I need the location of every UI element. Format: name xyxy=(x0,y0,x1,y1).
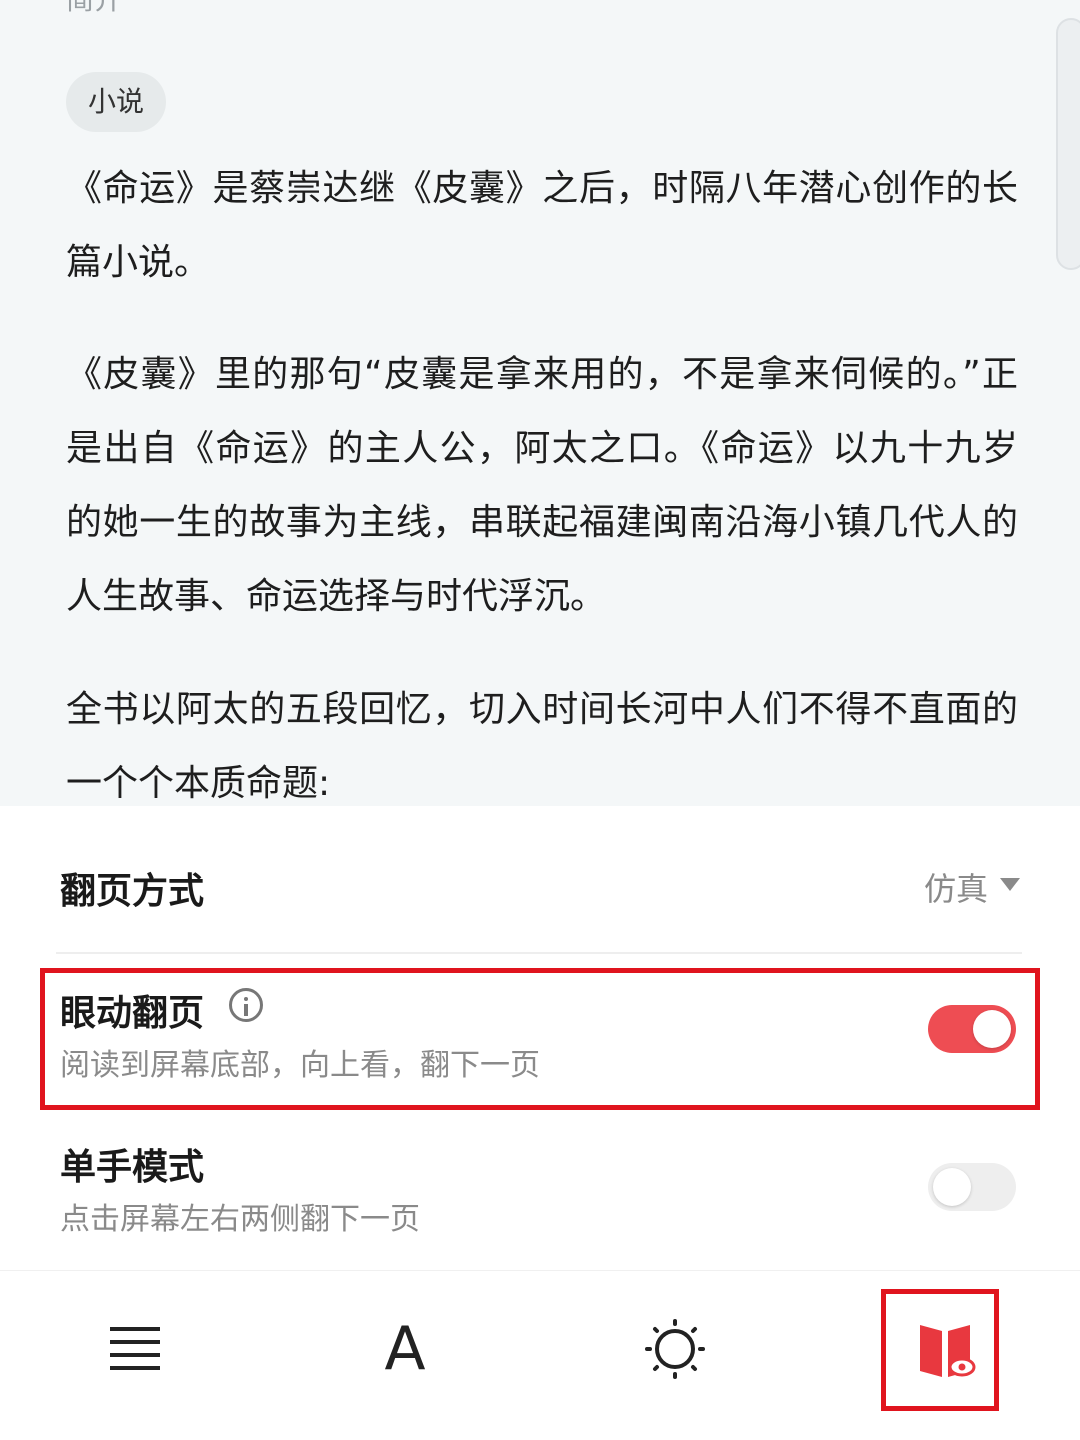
bottom-toolbar: A xyxy=(0,1270,1080,1440)
chevron-down-icon[interactable] xyxy=(1000,878,1020,891)
brightness-icon xyxy=(645,1319,705,1379)
one-hand-mode-label: 单手模式 xyxy=(60,1147,205,1188)
divider xyxy=(56,952,1022,954)
menu-icon xyxy=(110,1327,160,1370)
info-icon[interactable] xyxy=(229,988,263,1022)
section-heading-cut: 简介 xyxy=(66,0,122,18)
toggle-knob xyxy=(933,1168,971,1206)
eye-page-turn-description: 阅读到屏幕底部，向上看，翻下一页 xyxy=(60,1048,540,1083)
scrollbar-thumb[interactable] xyxy=(1056,18,1080,270)
page-turn-mode-label: 翻页方式 xyxy=(60,871,205,912)
eye-page-turn-label: 眼动翻页 xyxy=(60,993,205,1034)
toggle-knob xyxy=(973,1010,1011,1048)
book-paragraph: 全书以阿太的五段回忆，切入时间长河中人们不得不直面的一个个本质命题: xyxy=(66,689,1018,804)
reading-area[interactable]: 简介 小说 《命运》是蔡崇达继《皮囊》之后，时隔八年潜心创作的长篇小说。 《皮囊… xyxy=(0,0,1080,806)
book-paragraph: 《命运》是蔡崇达继《皮囊》之后，时隔八年潜心创作的长篇小说。 xyxy=(66,168,1018,283)
genre-tag[interactable]: 小说 xyxy=(66,72,167,132)
one-hand-mode-description: 点击屏幕左右两侧翻下一页 xyxy=(60,1202,420,1237)
reading-settings-panel: 翻页方式 仿真 眼动翻页 阅读到屏幕底部，向上看，翻下一页 单手模式 点击屏幕左… xyxy=(0,806,1080,1270)
font-button[interactable]: A xyxy=(355,1311,455,1387)
menu-button[interactable] xyxy=(85,1311,185,1387)
page-turn-mode-select[interactable]: 仿真 xyxy=(924,864,988,910)
font-icon: A xyxy=(384,1314,426,1384)
highlight-frame xyxy=(881,1289,999,1411)
brightness-button[interactable] xyxy=(625,1311,725,1387)
book-paragraph: 《皮囊》里的那句“皮囊是拿来用的，不是拿来伺候的。”正是出自《命运》的主人公，阿… xyxy=(66,354,1018,617)
eye-page-turn-toggle[interactable] xyxy=(928,1005,1016,1053)
one-hand-mode-toggle[interactable] xyxy=(928,1163,1016,1211)
